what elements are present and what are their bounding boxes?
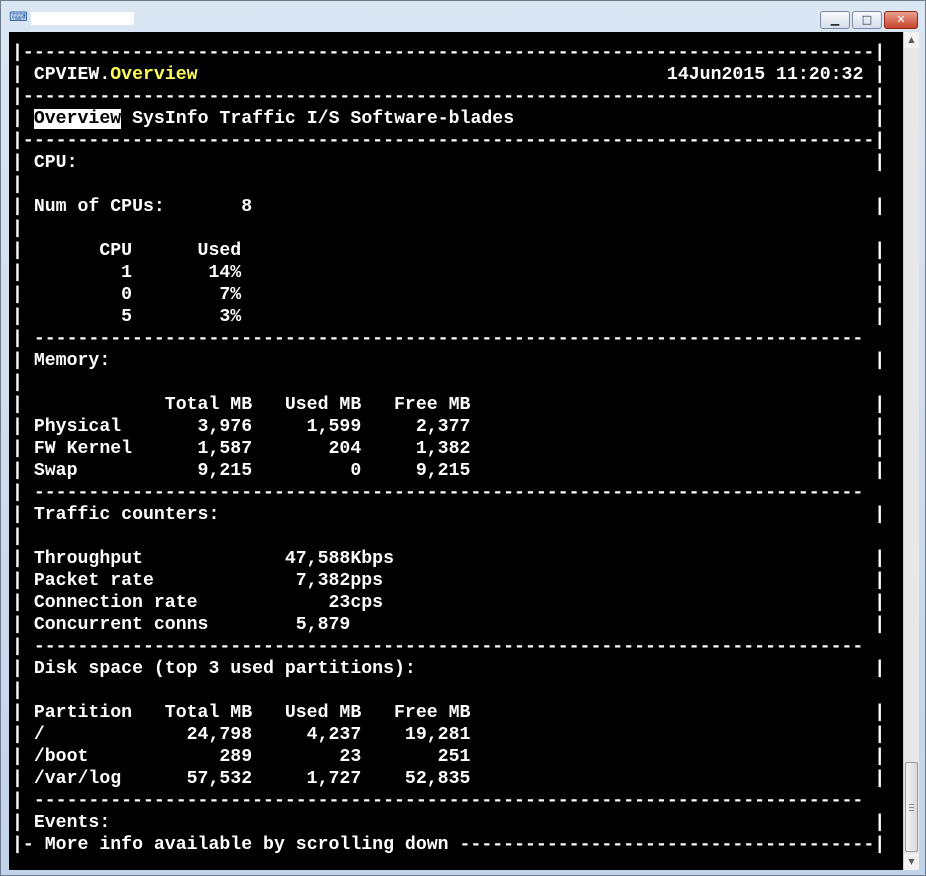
scroll-up-arrow-icon[interactable]: ▲ bbox=[904, 32, 919, 48]
minimize-button[interactable]: ▁ bbox=[820, 11, 850, 29]
scroll-down-arrow-icon[interactable]: ▼ bbox=[904, 854, 919, 870]
tab-software-blades[interactable]: Software-blades bbox=[350, 109, 514, 129]
terminal-window: ⌨ ▁ □ ✕ |-------------------------------… bbox=[0, 0, 926, 876]
traffic-title: Traffic counters: bbox=[33, 505, 220, 525]
more-info: More info available by scrolling down bbox=[44, 835, 449, 855]
date-time: 14Jun2015 11:20:32 bbox=[666, 65, 864, 85]
app-name: CPVIEW. bbox=[33, 65, 111, 85]
vertical-scrollbar[interactable]: ▲ ▼ bbox=[903, 32, 919, 870]
tab-i-s[interactable]: I/S bbox=[307, 109, 340, 129]
tab-traffic[interactable]: Traffic bbox=[219, 109, 295, 129]
tab-sysinfo[interactable]: SysInfo bbox=[132, 109, 208, 129]
view-name: Overview bbox=[110, 65, 198, 85]
events-title: Events: bbox=[33, 813, 111, 833]
terminal-screen[interactable]: |---------------------------------------… bbox=[9, 32, 903, 870]
cpu-title: CPU: bbox=[33, 153, 78, 173]
disk-title: Disk space (top 3 used partitions): bbox=[33, 659, 416, 679]
scrollbar-thumb[interactable] bbox=[905, 762, 918, 852]
num-cpus-label: Num of CPUs: bbox=[33, 197, 165, 217]
maximize-button[interactable]: □ bbox=[852, 11, 882, 29]
close-button[interactable]: ✕ bbox=[884, 11, 918, 29]
title-bar[interactable]: ⌨ ▁ □ ✕ bbox=[1, 1, 925, 33]
cpview-output: |---------------------------------------… bbox=[12, 43, 886, 855]
memory-title: Memory: bbox=[33, 351, 111, 371]
putty-icon[interactable]: ⌨ bbox=[9, 9, 28, 25]
tab-overview[interactable]: Overview bbox=[33, 109, 122, 129]
window-title-redacted bbox=[31, 12, 134, 25]
